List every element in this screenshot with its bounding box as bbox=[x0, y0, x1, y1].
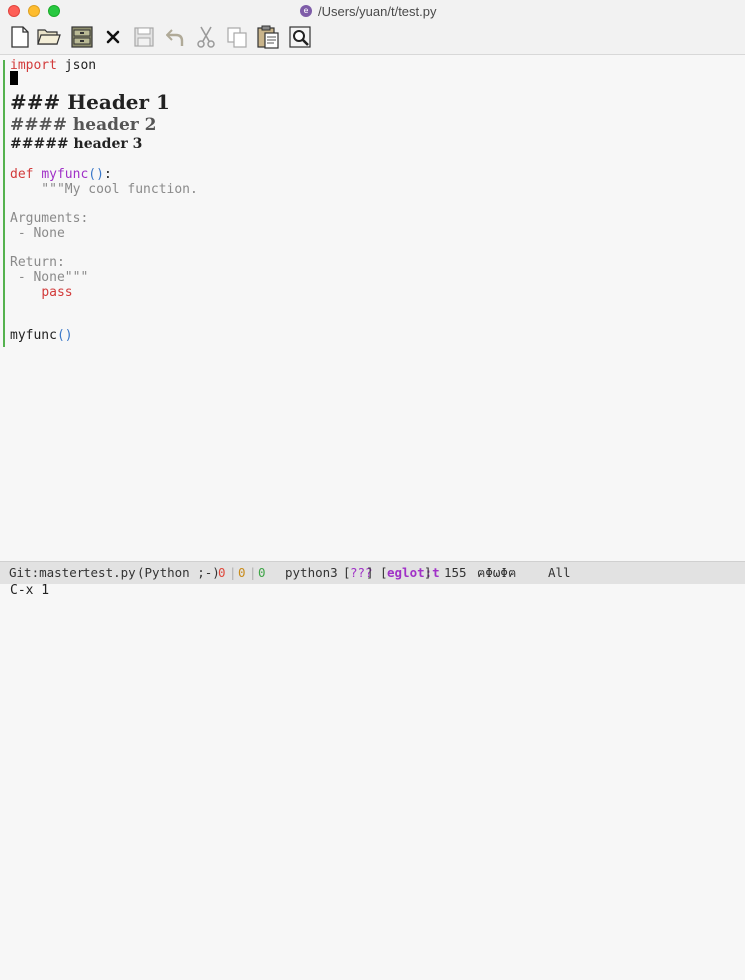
search-icon[interactable] bbox=[288, 25, 312, 49]
code-line-import: import json bbox=[10, 58, 96, 73]
echo-area[interactable]: C-x 1 bbox=[0, 584, 745, 600]
git-change-gutter bbox=[3, 60, 5, 347]
eglot-status[interactable]: eglot:t bbox=[387, 562, 440, 584]
warning-count[interactable]: 0 bbox=[238, 562, 246, 584]
function-name: myfunc bbox=[41, 167, 89, 182]
header-1: ### Header 1 bbox=[10, 90, 170, 114]
new-file-icon[interactable] bbox=[8, 25, 32, 49]
code-line-pass: pass bbox=[10, 285, 73, 300]
header-3: ##### header 3 bbox=[10, 136, 143, 152]
keyword: def bbox=[10, 167, 34, 182]
window-title: /Users/yuan/t/test.py bbox=[318, 3, 437, 19]
paste-icon[interactable] bbox=[256, 25, 280, 49]
undo-icon[interactable] bbox=[163, 25, 187, 49]
text-cursor bbox=[10, 71, 18, 85]
file-cabinet-icon[interactable] bbox=[70, 25, 94, 49]
parens: () bbox=[88, 167, 104, 182]
docstring-line: - None bbox=[10, 226, 65, 241]
bracket: ] bbox=[366, 565, 374, 580]
buffer-position: All bbox=[548, 565, 571, 580]
open-folder-icon[interactable] bbox=[37, 25, 61, 49]
title-bar: e /Users/yuan/t/test.py bbox=[0, 0, 745, 22]
git-branch[interactable]: Git:master bbox=[9, 562, 84, 584]
nyan-glyphs: ฅΦωΦฅ bbox=[477, 565, 517, 580]
window-title-area: e /Users/yuan/t/test.py bbox=[300, 3, 437, 19]
buffer-name[interactable]: test.py bbox=[83, 562, 136, 584]
separator: | bbox=[229, 565, 237, 580]
code-line-call: myfunc() bbox=[10, 328, 73, 343]
docstring-line: - None""" bbox=[10, 270, 89, 285]
colon: : bbox=[103, 167, 112, 182]
python-env[interactable]: python3 bbox=[285, 562, 338, 584]
separator: | bbox=[249, 565, 257, 580]
close-window-button[interactable] bbox=[8, 5, 20, 17]
docstring-line: """My cool function. bbox=[10, 182, 198, 197]
header-2: #### header 2 bbox=[10, 115, 157, 135]
save-icon[interactable] bbox=[132, 25, 156, 49]
error-count[interactable]: 0 bbox=[218, 562, 226, 584]
mode-line: Git:master test.py (Python ;-) 0 | 0 | 0… bbox=[0, 561, 745, 584]
copy-icon[interactable] bbox=[225, 25, 249, 49]
close-icon[interactable] bbox=[101, 25, 125, 49]
toolbar bbox=[0, 22, 745, 55]
function-call: myfunc bbox=[10, 328, 57, 343]
docstring-line: Return: bbox=[10, 255, 65, 270]
code-line-def: def myfunc(): bbox=[10, 167, 112, 182]
code-text: json bbox=[56, 58, 97, 73]
maximize-window-button[interactable] bbox=[48, 5, 60, 17]
editor-buffer[interactable]: import json ### Header 1 #### header 2 #… bbox=[0, 55, 745, 560]
line-number: 155 bbox=[444, 565, 467, 580]
docstring-line: Arguments: bbox=[10, 211, 89, 226]
major-mode[interactable]: (Python ;-) bbox=[137, 562, 220, 584]
parens: () bbox=[56, 328, 73, 343]
minimize-window-button[interactable] bbox=[28, 5, 40, 17]
keyword: pass bbox=[41, 285, 73, 300]
cut-icon[interactable] bbox=[194, 25, 218, 49]
note-count[interactable]: 0 bbox=[258, 562, 266, 584]
bracket: ] bbox=[424, 565, 432, 580]
emacs-document-icon: e bbox=[300, 5, 312, 17]
